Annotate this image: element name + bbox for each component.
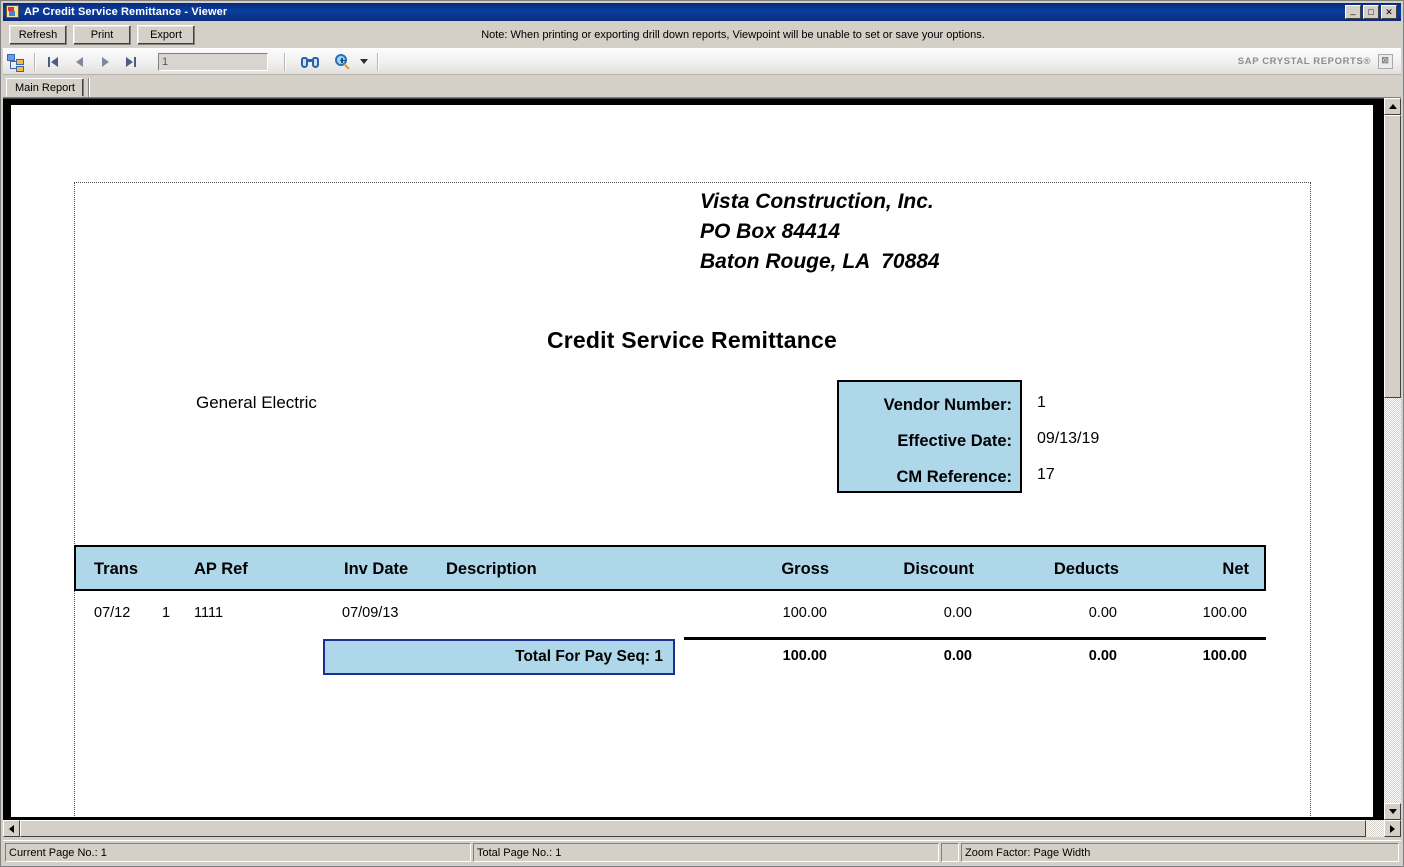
cell-trans: 07/12 [94,605,131,621]
last-page-icon[interactable] [119,51,143,73]
chevron-down-icon[interactable] [357,51,371,73]
tree-view-icon[interactable] [4,51,28,73]
crystal-reports-viewer-window: AP Credit Service Remittance - Viewer _ … [0,0,1404,867]
column-header-discount: Discount [903,560,974,578]
first-page-icon[interactable] [41,51,65,73]
maximize-icon: □ [1368,7,1374,17]
window-controls: _ □ ✕ [1345,5,1399,19]
status-spacer [941,843,959,862]
effective-date-value: 09/13/19 [1037,430,1100,447]
page-number-input[interactable]: 1 [158,52,268,71]
column-header-ap-ref: AP Ref [194,560,248,578]
cell-deducts: 0.00 [1088,605,1117,621]
toolbar-separator [284,52,285,71]
arrow-up-icon [1388,104,1397,109]
effective-date-label: Effective Date: [897,431,1012,450]
previous-page-icon[interactable] [67,51,91,73]
refresh-button[interactable]: Refresh [9,25,67,45]
cell-ap-ref: 1111 [194,605,224,621]
arrow-right-icon [1390,824,1395,833]
status-bar: Current Page No.: 1 Total Page No.: 1 Zo… [3,840,1401,864]
table-row: 07/12 1 1111 07/09/13 100.00 0.00 0.00 1… [74,591,1266,637]
tab-main-report[interactable]: Main Report [6,78,84,97]
arrow-down-icon [1388,809,1397,814]
crystal-navigation-toolbar: 1 SAP CRYSTAL REPORTS® ⊠ [3,48,1401,75]
status-current-page: Current Page No.: 1 [5,843,471,862]
report-tab-strip: Main Report [3,75,1401,98]
page-margin-guide [74,182,1311,817]
report-page: Vista Construction, Inc. PO Box 84414 Ba… [11,105,1373,817]
vendor-number-label: Vendor Number: [883,395,1012,414]
zoom-magnifier-icon[interactable] [331,51,355,73]
binoculars-search-icon[interactable] [298,51,322,73]
status-total-page: Total Page No.: 1 [473,843,939,862]
export-button[interactable]: Export [137,25,195,45]
vendor-name: General Electric [196,393,317,412]
vendor-info-box: Vendor Number: Effective Date: CM Refere… [837,380,1022,493]
scroll-down-button[interactable] [1384,803,1401,820]
status-zoom-factor: Zoom Factor: Page Width [961,843,1399,862]
cm-reference-value: 17 [1037,466,1055,483]
action-toolbar: Refresh Print Export Note: When printing… [3,22,1401,48]
scroll-left-button[interactable] [3,820,20,837]
total-discount: 0.00 [943,648,972,664]
cm-reference-label: CM Reference: [896,467,1012,486]
total-label-box: Total For Pay Seq: 1 [323,639,675,675]
table-total-row: Total For Pay Seq: 1 100.00 0.00 0.00 10… [74,637,1266,681]
report-title: Credit Service Remittance [546,327,838,353]
vendor-number-value: 1 [1037,394,1046,411]
total-deducts: 0.00 [1088,648,1117,664]
toolbar-separator [377,52,378,71]
window-title: AP Credit Service Remittance - Viewer [24,6,228,18]
cell-discount: 0.00 [943,605,972,621]
cell-seq: 1 [162,605,171,621]
minimize-icon: _ [1350,5,1356,15]
sap-crystal-reports-brand: SAP CRYSTAL REPORTS® ⊠ [1238,54,1401,69]
tab-divider [87,78,89,97]
vertical-scrollbar[interactable] [1384,98,1401,820]
brand-label: SAP CRYSTAL REPORTS® [1237,56,1371,67]
total-gross: 100.00 [782,648,827,664]
close-button[interactable]: ✕ [1381,5,1397,19]
total-net: 100.00 [1202,648,1247,664]
cell-gross: 100.00 [782,605,827,621]
brand-close-icon[interactable]: ⊠ [1378,54,1393,69]
table-header-row: Trans AP Ref Inv Date Description Gross … [74,545,1266,591]
remittance-table: Trans AP Ref Inv Date Description Gross … [74,545,1266,681]
arrow-left-icon [9,824,14,833]
column-header-gross: Gross [781,560,829,578]
scroll-right-button[interactable] [1384,820,1401,837]
column-header-deducts: Deducts [1053,560,1119,578]
next-page-icon[interactable] [93,51,117,73]
vendor-info-values: 1 09/13/19 17 [1037,380,1257,493]
cell-net: 100.00 [1202,605,1247,621]
vertical-scroll-thumb[interactable] [1384,115,1401,398]
maximize-button[interactable]: □ [1363,5,1379,19]
horizontal-scroll-thumb[interactable] [20,820,1366,837]
printing-note: Note: When printing or exporting drill d… [481,29,985,41]
total-rule [684,637,1266,640]
report-viewport: Vista Construction, Inc. PO Box 84414 Ba… [3,98,1401,820]
company-address: Vista Construction, Inc. PO Box 84414 Ba… [700,190,940,273]
minimize-button[interactable]: _ [1345,5,1361,19]
column-header-trans: Trans [94,560,139,578]
toolbar-separator [34,52,35,71]
scroll-up-button[interactable] [1384,98,1401,115]
column-header-description: Description [446,560,537,578]
document-icon [6,5,20,19]
column-header-net: Net [1222,560,1249,578]
horizontal-scrollbar[interactable] [3,820,1401,837]
column-header-inv-date: Inv Date [344,560,409,578]
print-button[interactable]: Print [73,25,131,45]
close-icon: ✕ [1385,7,1393,17]
cell-inv-date: 07/09/13 [342,605,399,621]
window-title-bar: AP Credit Service Remittance - Viewer _ … [3,3,1401,21]
